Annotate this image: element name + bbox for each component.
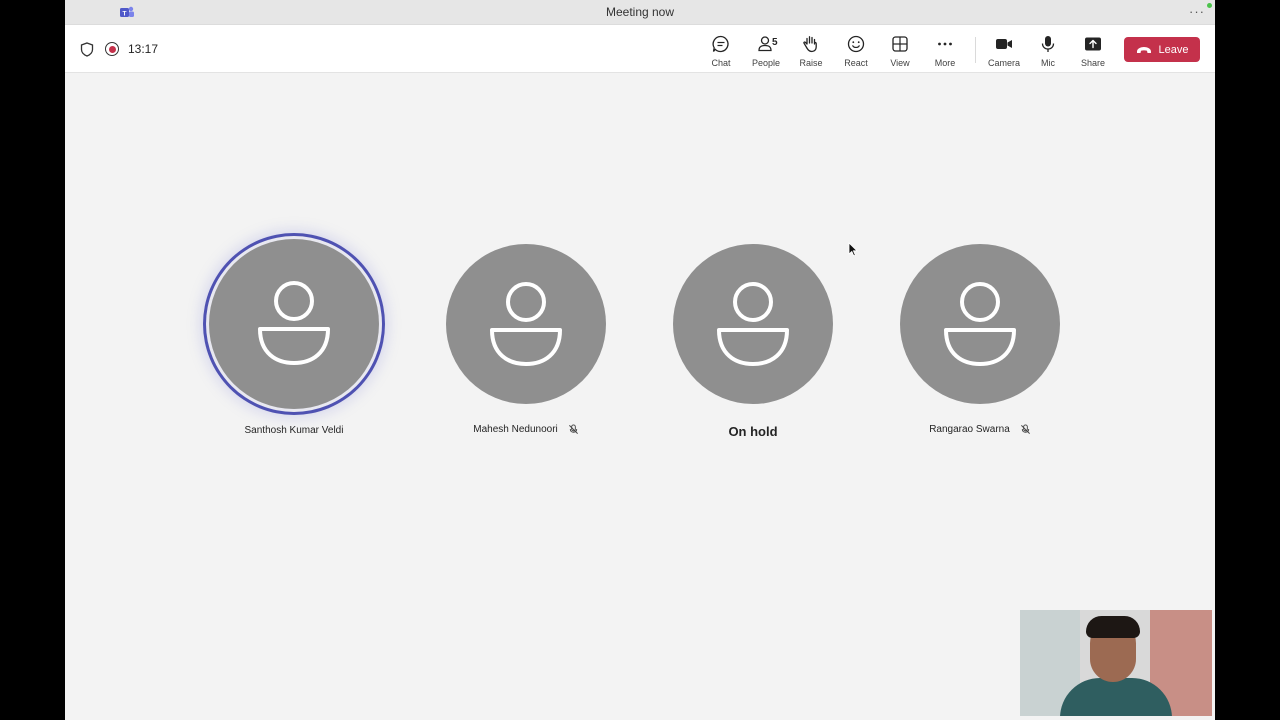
avatar bbox=[209, 239, 379, 409]
hang-up-icon bbox=[1136, 46, 1151, 53]
people-button[interactable]: 5 People bbox=[744, 34, 788, 68]
mic-icon bbox=[1041, 36, 1055, 52]
avatar bbox=[673, 244, 833, 404]
participant-name-row: Rangarao Swarna bbox=[870, 424, 1090, 435]
mic-off-icon bbox=[1020, 424, 1030, 434]
participant-tile[interactable]: Mahesh Nedunoori bbox=[446, 244, 606, 444]
person-placeholder-icon bbox=[717, 282, 789, 366]
mic-label: Mic bbox=[1041, 58, 1055, 68]
more-icon bbox=[938, 42, 952, 46]
teams-meeting-window: T Meeting now ··· 13:17 Chat 5 People Ra… bbox=[65, 0, 1215, 720]
participant-name: Santhosh Kumar Veldi bbox=[244, 425, 344, 436]
more-button[interactable]: More bbox=[923, 34, 967, 68]
on-hold-label: On hold bbox=[728, 424, 778, 439]
mic-button[interactable]: Mic bbox=[1026, 34, 1070, 68]
view-icon bbox=[892, 36, 908, 52]
view-label: View bbox=[890, 58, 910, 68]
title-bar: T Meeting now ··· bbox=[65, 0, 1215, 25]
participant-name-row: Santhosh Kumar Veldi bbox=[179, 425, 409, 436]
person-placeholder-icon bbox=[490, 282, 562, 366]
people-label: People bbox=[751, 58, 781, 68]
person-placeholder-icon bbox=[944, 282, 1016, 366]
avatar bbox=[446, 244, 606, 404]
participant-name: Rangarao Swarna bbox=[929, 424, 1010, 435]
people-count-badge: 5 bbox=[772, 37, 778, 48]
react-label: React bbox=[844, 58, 868, 68]
leave-button[interactable]: Leave bbox=[1124, 37, 1200, 62]
video-person-hair bbox=[1086, 616, 1140, 638]
status-dot-icon bbox=[1207, 3, 1212, 8]
avatar bbox=[900, 244, 1060, 404]
toolbar-divider bbox=[975, 37, 976, 63]
more-label: More bbox=[934, 58, 956, 68]
camera-icon bbox=[996, 39, 1012, 49]
shield-icon[interactable] bbox=[80, 42, 94, 57]
participant-name-row: Mahesh Nedunoori bbox=[416, 424, 636, 435]
leave-label: Leave bbox=[1158, 43, 1189, 56]
chat-label: Chat bbox=[711, 58, 731, 68]
participant-name: Mahesh Nedunoori bbox=[473, 424, 558, 435]
camera-button[interactable]: Camera bbox=[982, 34, 1026, 68]
share-icon bbox=[1085, 37, 1101, 51]
share-label: Share bbox=[1080, 58, 1106, 68]
mouse-cursor-icon bbox=[848, 242, 858, 257]
chat-icon bbox=[712, 35, 729, 53]
recording-icon bbox=[105, 42, 119, 56]
raise-hand-button[interactable]: Raise bbox=[789, 34, 833, 68]
window-more-icon[interactable]: ··· bbox=[1189, 4, 1205, 19]
view-button[interactable]: View bbox=[878, 34, 922, 68]
participant-name-row: On hold bbox=[643, 424, 863, 439]
self-video-preview[interactable] bbox=[1020, 610, 1212, 716]
share-button[interactable]: Share bbox=[1071, 34, 1115, 68]
react-button[interactable]: React bbox=[834, 34, 878, 68]
raise-label: Raise bbox=[799, 58, 823, 68]
raise-hand-icon bbox=[803, 36, 817, 53]
participant-tile[interactable]: On hold bbox=[673, 244, 833, 444]
meeting-toolbar: 13:17 Chat 5 People Raise React View Mor… bbox=[65, 25, 1215, 73]
participant-tile[interactable]: Santhosh Kumar Veldi bbox=[209, 239, 379, 449]
person-placeholder-icon bbox=[258, 281, 330, 365]
meeting-timer: 13:17 bbox=[128, 42, 159, 56]
window-title: Meeting now bbox=[605, 5, 675, 19]
react-icon bbox=[847, 35, 865, 53]
mic-off-icon bbox=[568, 424, 578, 434]
participant-tile[interactable]: Rangarao Swarna bbox=[900, 244, 1060, 444]
camera-label: Camera bbox=[987, 58, 1020, 68]
chat-button[interactable]: Chat bbox=[699, 34, 743, 68]
